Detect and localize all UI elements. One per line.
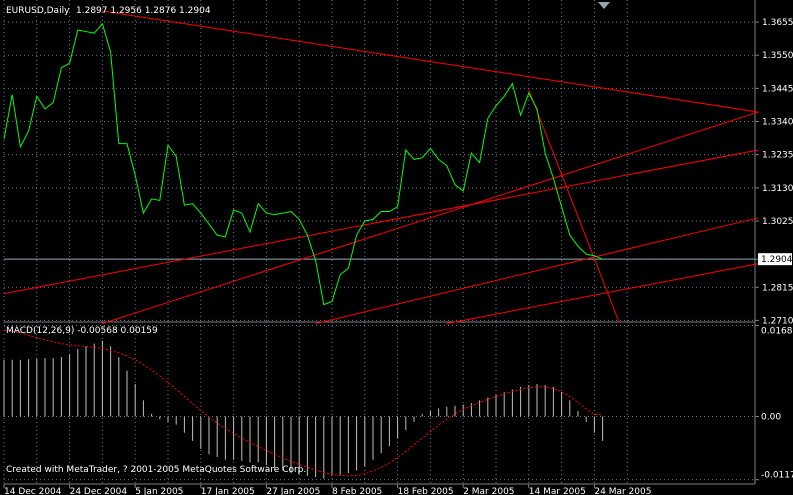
price-tick-label: 1.3550 <box>762 51 793 61</box>
copyright-text: Created with MetaTrader, ? 2001-2005 Met… <box>6 465 306 475</box>
chart-canvas: 1.2710 1.2815 1.2904 1.3025 1.3130 1.3235 1.33… <box>0 0 793 495</box>
time-tick-label: 24 Dec 2004 <box>70 487 128 495</box>
macd-tick-label: 0.00 <box>761 413 781 423</box>
symbol-label: EURUSD,Daily <box>6 6 70 16</box>
time-tick-label: 2 Mar 2005 <box>463 487 514 495</box>
time-tick-label: 27 Jan 2005 <box>266 487 320 495</box>
time-tick-label: 5 Jan 2005 <box>135 487 183 495</box>
chart-background <box>0 0 793 495</box>
time-tick-label: 24 Mar 2005 <box>594 487 651 495</box>
time-tick-label: 8 Feb 2005 <box>332 487 382 495</box>
price-tick-label: 1.3655 <box>762 18 793 28</box>
price-tick-label: 1.2815 <box>762 283 793 293</box>
macd-label: MACD(12,26,9) -0.00568 0.00159 <box>6 326 158 336</box>
price-tick-label: 1.3340 <box>762 118 793 128</box>
time-tick-label: 14 Mar 2005 <box>529 487 586 495</box>
price-tick-label: 1.3235 <box>762 151 793 161</box>
price-tick-label: 1.3025 <box>762 217 793 227</box>
time-tick-label: 17 Jan 2005 <box>201 487 255 495</box>
macd-tick-label: 0.01685 <box>761 327 793 337</box>
price-tick-label: 1.2710 <box>762 316 793 326</box>
macd-tick-label: -0.01170 <box>761 471 793 481</box>
price-tick-label: 1.3130 <box>762 184 793 194</box>
time-tick-label: 18 Feb 2005 <box>398 487 454 495</box>
current-price-label: 1.2904 <box>761 255 793 265</box>
price-tick-label: 1.3445 <box>762 84 793 94</box>
ohlc-values: 1.2897 1.2956 1.2876 1.2904 <box>76 6 211 16</box>
time-tick-label: 14 Dec 2004 <box>4 487 62 495</box>
